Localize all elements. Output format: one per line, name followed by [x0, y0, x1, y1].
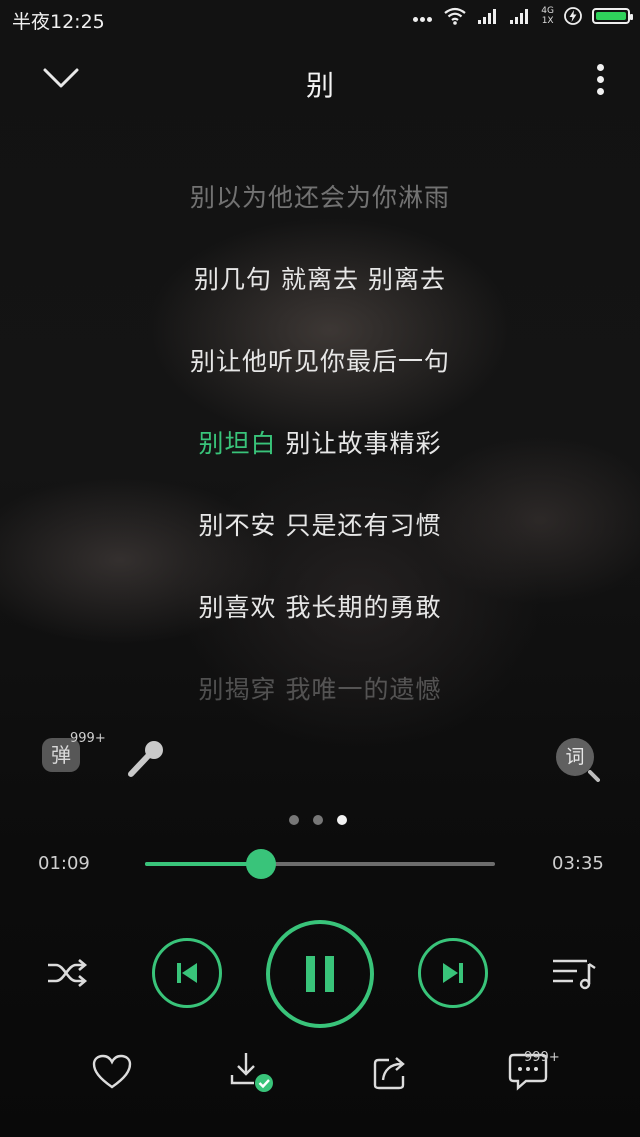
- signal-icon: [478, 9, 497, 24]
- battery-icon: [592, 8, 633, 24]
- network-1x-label: 1X: [541, 16, 554, 26]
- lyric-line: 别不安 只是还有习惯: [198, 511, 442, 540]
- pause-icon: [306, 956, 334, 992]
- more-vertical-icon[interactable]: [592, 64, 608, 100]
- share-button[interactable]: [366, 1048, 414, 1096]
- status-time: 半夜12:25: [12, 11, 105, 33]
- download-icon: [230, 1053, 273, 1092]
- next-button[interactable]: [418, 938, 488, 1008]
- previous-button[interactable]: [152, 938, 222, 1008]
- current-time: 01:09: [38, 853, 90, 874]
- comment-count-badge: 999+: [524, 1050, 560, 1065]
- download-button[interactable]: [228, 1048, 276, 1096]
- network-type: 4G 1X: [541, 6, 554, 26]
- page-dot-active[interactable]: [337, 815, 347, 825]
- status-icons: 4G 1X: [412, 6, 633, 26]
- lyrics-panel[interactable]: 别以为他还会为你淋雨 别几句 就离去 别离去 别让他听见你最后一句 别坦白 别让…: [0, 170, 640, 744]
- microphone-icon[interactable]: [124, 738, 168, 782]
- playlist-icon: [553, 959, 596, 990]
- like-button[interactable]: [88, 1048, 136, 1096]
- total-time: 03:35: [552, 853, 604, 874]
- page-indicator: [289, 815, 347, 825]
- progress-fill: [145, 862, 261, 866]
- shuffle-button[interactable]: [44, 955, 90, 991]
- pause-button[interactable]: [266, 920, 374, 1028]
- song-title: 别: [305, 69, 334, 102]
- network-4g-label: 4G: [541, 6, 554, 16]
- chevron-down-icon[interactable]: [42, 66, 80, 90]
- status-bar: 半夜12:25 4G 1X: [0, 0, 640, 40]
- lyric-line: 别以为他还会为你淋雨: [189, 183, 450, 212]
- magnifier-handle-icon: [588, 770, 600, 782]
- lyrics-search-button[interactable]: 词: [556, 738, 600, 782]
- shuffle-icon: [48, 959, 88, 987]
- lyric-line-current: 别坦白 别让故事精彩: [0, 416, 640, 498]
- progress-slider[interactable]: [145, 849, 495, 879]
- notification-dots-icon: [412, 7, 433, 26]
- wifi-icon: [444, 7, 466, 25]
- progress-knob[interactable]: [245, 849, 276, 879]
- lyric-line: 别几句 就离去 别离去: [194, 265, 446, 294]
- signal-secondary-icon: [510, 9, 529, 24]
- next-icon: [443, 963, 463, 983]
- lyric-line: 别喜欢 我长期的勇敢: [198, 593, 442, 622]
- playlist-button[interactable]: [550, 955, 598, 991]
- heart-icon: [92, 1054, 132, 1089]
- danmu-count-badge: 999+: [70, 731, 106, 746]
- previous-icon: [177, 963, 197, 983]
- lyric-sung-part: 别坦白: [198, 429, 277, 458]
- share-icon: [373, 1057, 405, 1090]
- charging-icon: [564, 7, 582, 25]
- page-dot[interactable]: [313, 815, 323, 825]
- page-dot[interactable]: [289, 815, 299, 825]
- lyric-line: 别让他听见你最后一句: [189, 347, 450, 376]
- lyric-unsung-part: 别让故事精彩: [276, 429, 442, 458]
